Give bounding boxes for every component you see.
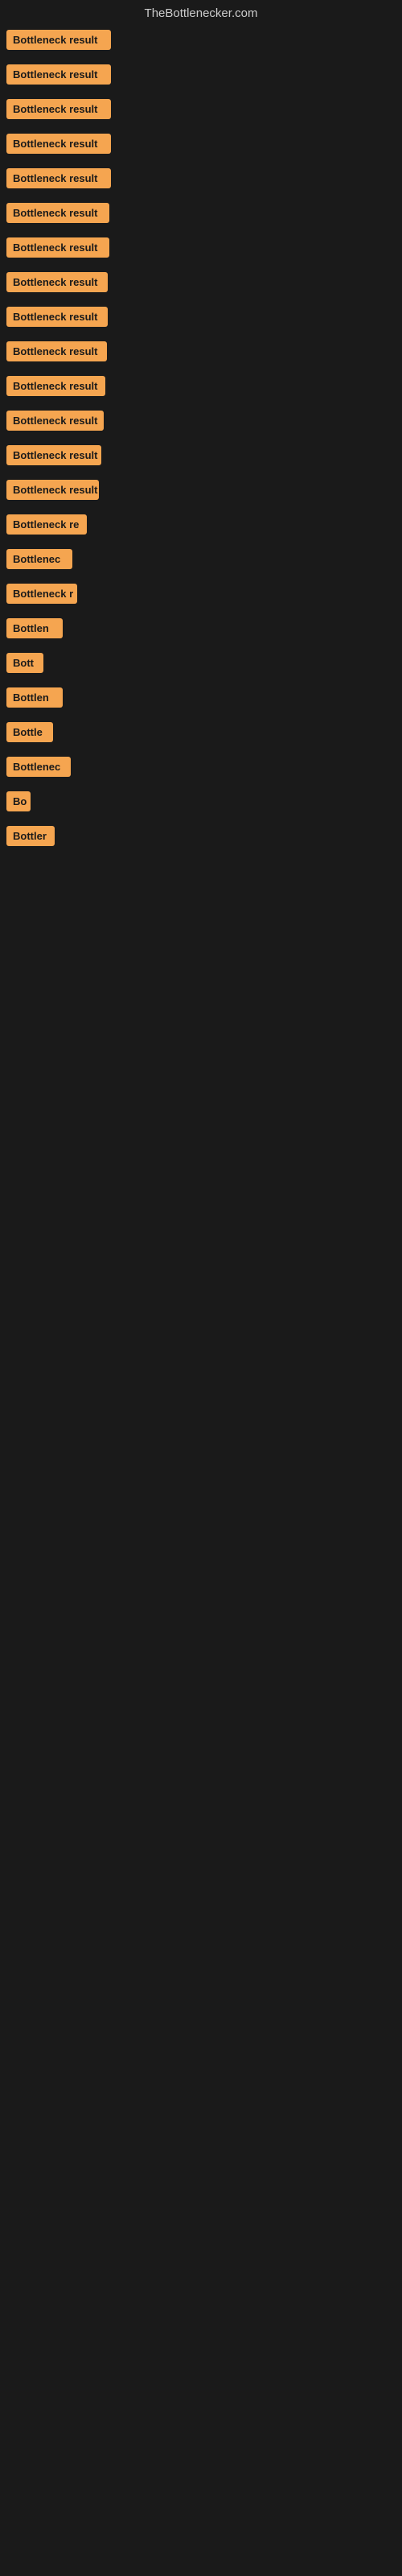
bottleneck-item[interactable]: Bottle (6, 722, 399, 742)
bottleneck-item[interactable]: Bottleneck result (6, 99, 399, 119)
bottleneck-item[interactable]: Bottleneck result (6, 411, 399, 431)
site-header: TheBottlenecker.com (0, 0, 402, 30)
bottleneck-badge[interactable]: Bottlenec (6, 549, 72, 569)
bottleneck-badge[interactable]: Bottlen (6, 618, 63, 638)
bottleneck-item[interactable]: Bottleneck result (6, 480, 399, 500)
bottleneck-badge[interactable]: Bott (6, 653, 43, 673)
bottleneck-item[interactable]: Bottleneck result (6, 307, 399, 327)
bottleneck-item[interactable]: Bottleneck result (6, 134, 399, 154)
bottleneck-item[interactable]: Bottleneck result (6, 272, 399, 292)
bottleneck-item[interactable]: Bo (6, 791, 399, 811)
bottleneck-item[interactable]: Bottleneck result (6, 64, 399, 85)
bottleneck-badge[interactable]: Bottleneck result (6, 272, 108, 292)
bottleneck-badge[interactable]: Bottleneck result (6, 99, 111, 119)
bottleneck-item[interactable]: Bottleneck r (6, 584, 399, 604)
bottleneck-item[interactable]: Bottlenec (6, 549, 399, 569)
bottleneck-item[interactable]: Bottleneck result (6, 168, 399, 188)
bottleneck-badge[interactable]: Bottler (6, 826, 55, 846)
bottleneck-badge[interactable]: Bottleneck result (6, 376, 105, 396)
bottleneck-badge[interactable]: Bottleneck r (6, 584, 77, 604)
bottleneck-item[interactable]: Bottlen (6, 687, 399, 708)
bottleneck-item[interactable]: Bottleneck result (6, 237, 399, 258)
bottleneck-badge[interactable]: Bottleneck result (6, 203, 109, 223)
bottleneck-badge[interactable]: Bottleneck result (6, 30, 111, 50)
bottleneck-badge[interactable]: Bottleneck result (6, 64, 111, 85)
bottleneck-badge[interactable]: Bottleneck result (6, 307, 108, 327)
bottleneck-item[interactable]: Bottleneck result (6, 445, 399, 465)
bottleneck-badge[interactable]: Bottleneck re (6, 514, 87, 535)
bottleneck-badge[interactable]: Bottleneck result (6, 237, 109, 258)
bottleneck-badge[interactable]: Bottlenec (6, 757, 71, 777)
bottleneck-badge[interactable]: Bo (6, 791, 31, 811)
bottleneck-badge[interactable]: Bottleneck result (6, 341, 107, 361)
bottleneck-item[interactable]: Bottleneck result (6, 341, 399, 361)
bottleneck-badge[interactable]: Bottleneck result (6, 480, 99, 500)
bottleneck-item[interactable]: Bott (6, 653, 399, 673)
bottleneck-badge[interactable]: Bottlen (6, 687, 63, 708)
bottleneck-item[interactable]: Bottleneck result (6, 203, 399, 223)
bottleneck-item[interactable]: Bottleneck result (6, 376, 399, 396)
bottleneck-badge[interactable]: Bottleneck result (6, 411, 104, 431)
content-area: Bottleneck result Bottleneck result Bottle… (0, 30, 402, 846)
bottleneck-item[interactable]: Bottler (6, 826, 399, 846)
bottleneck-badge[interactable]: Bottleneck result (6, 445, 101, 465)
bottleneck-item[interactable]: Bottlen (6, 618, 399, 638)
bottleneck-item[interactable]: Bottleneck re (6, 514, 399, 535)
bottleneck-badge[interactable]: Bottleneck result (6, 168, 111, 188)
bottleneck-item[interactable]: Bottlenec (6, 757, 399, 777)
bottleneck-badge[interactable]: Bottleneck result (6, 134, 111, 154)
bottleneck-badge[interactable]: Bottle (6, 722, 53, 742)
bottleneck-item[interactable]: Bottleneck result (6, 30, 399, 50)
